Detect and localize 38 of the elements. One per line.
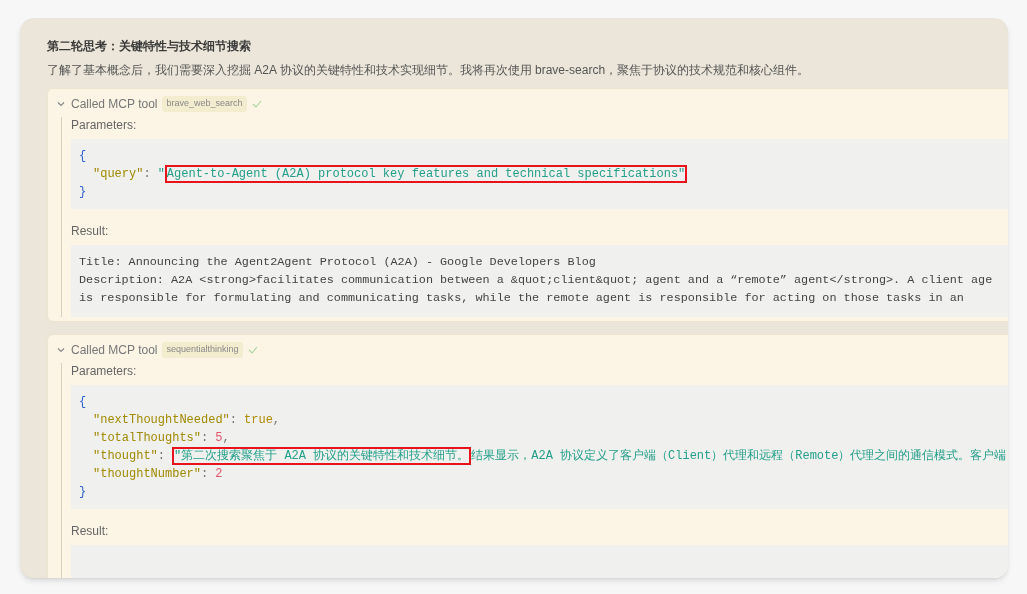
section-heading: 第二轮思考：关键特性与技术细节搜索 (47, 38, 252, 54)
parameters-label: Parameters: (71, 363, 138, 379)
intro-paragraph: 了解了基本概念后，我们需要深入挖掘 A2A 协议的关键特性和技术实现细节。我将再次使用 brave-search，聚焦于协议的技术规范和核心组件。 (47, 62, 811, 78)
json-key: "thoughtNumber" (93, 465, 202, 483)
json-value: "第二次搜索聚焦于 A2A 协议的关键特性和技术细节。 (172, 447, 472, 465)
tool-name-badge: sequentialthinking (162, 342, 243, 358)
json-colon: : (157, 448, 166, 465)
result-label: Result: (71, 523, 110, 539)
json-key: "totalThoughts" (93, 429, 202, 447)
parameters-label: Parameters: (71, 117, 138, 133)
result-text: is responsible for formulating and communicating tasks, while the remote agent is responsible for acting on those tasks in an (79, 290, 964, 307)
tool-name-badge: brave_web_search (162, 96, 247, 112)
brace: } (79, 184, 87, 201)
result-text: Title: Announcing the Agent2Agent Protocol (A2A) - Google Developers Blog (79, 254, 596, 271)
tool-call-label: Called MCP tool (71, 342, 158, 359)
result-text: Description: A2A <strong>facilitates communication between a &quot;client&quot; agent and a “remote” agent</strong>. A client age (79, 272, 993, 289)
json-colon: : (201, 430, 210, 447)
brace: } (79, 484, 87, 501)
chevron-icon[interactable] (56, 345, 66, 355)
json-value: 结果显示，A2A 协议定义了客户端（Client）代理和远程（Remote）代理之间的通信模式。客户端 (471, 448, 1007, 465)
json-colon: : (201, 466, 210, 483)
brace: { (79, 394, 87, 411)
json-value: 5 (215, 430, 223, 447)
brace: { (79, 148, 87, 165)
json-key: "thought" (93, 447, 158, 465)
json-colon: : (143, 166, 152, 183)
chevron-icon[interactable] (56, 99, 66, 109)
json-value: 2 (215, 466, 223, 483)
json-colon: : (229, 412, 239, 429)
tool-call-label: Called MCP tool (71, 96, 158, 113)
json-key: "query" (93, 165, 144, 183)
comma: , (272, 412, 281, 429)
json-value: Agent-to-Agent (A2A) protocol key features and technical specifications" (164, 165, 688, 183)
result-label: Result: (71, 223, 110, 239)
json-value: true (244, 412, 273, 429)
json-key: "nextThoughtNeeded" (93, 411, 230, 429)
comma: , (222, 430, 230, 447)
json-value: " (157, 166, 165, 183)
